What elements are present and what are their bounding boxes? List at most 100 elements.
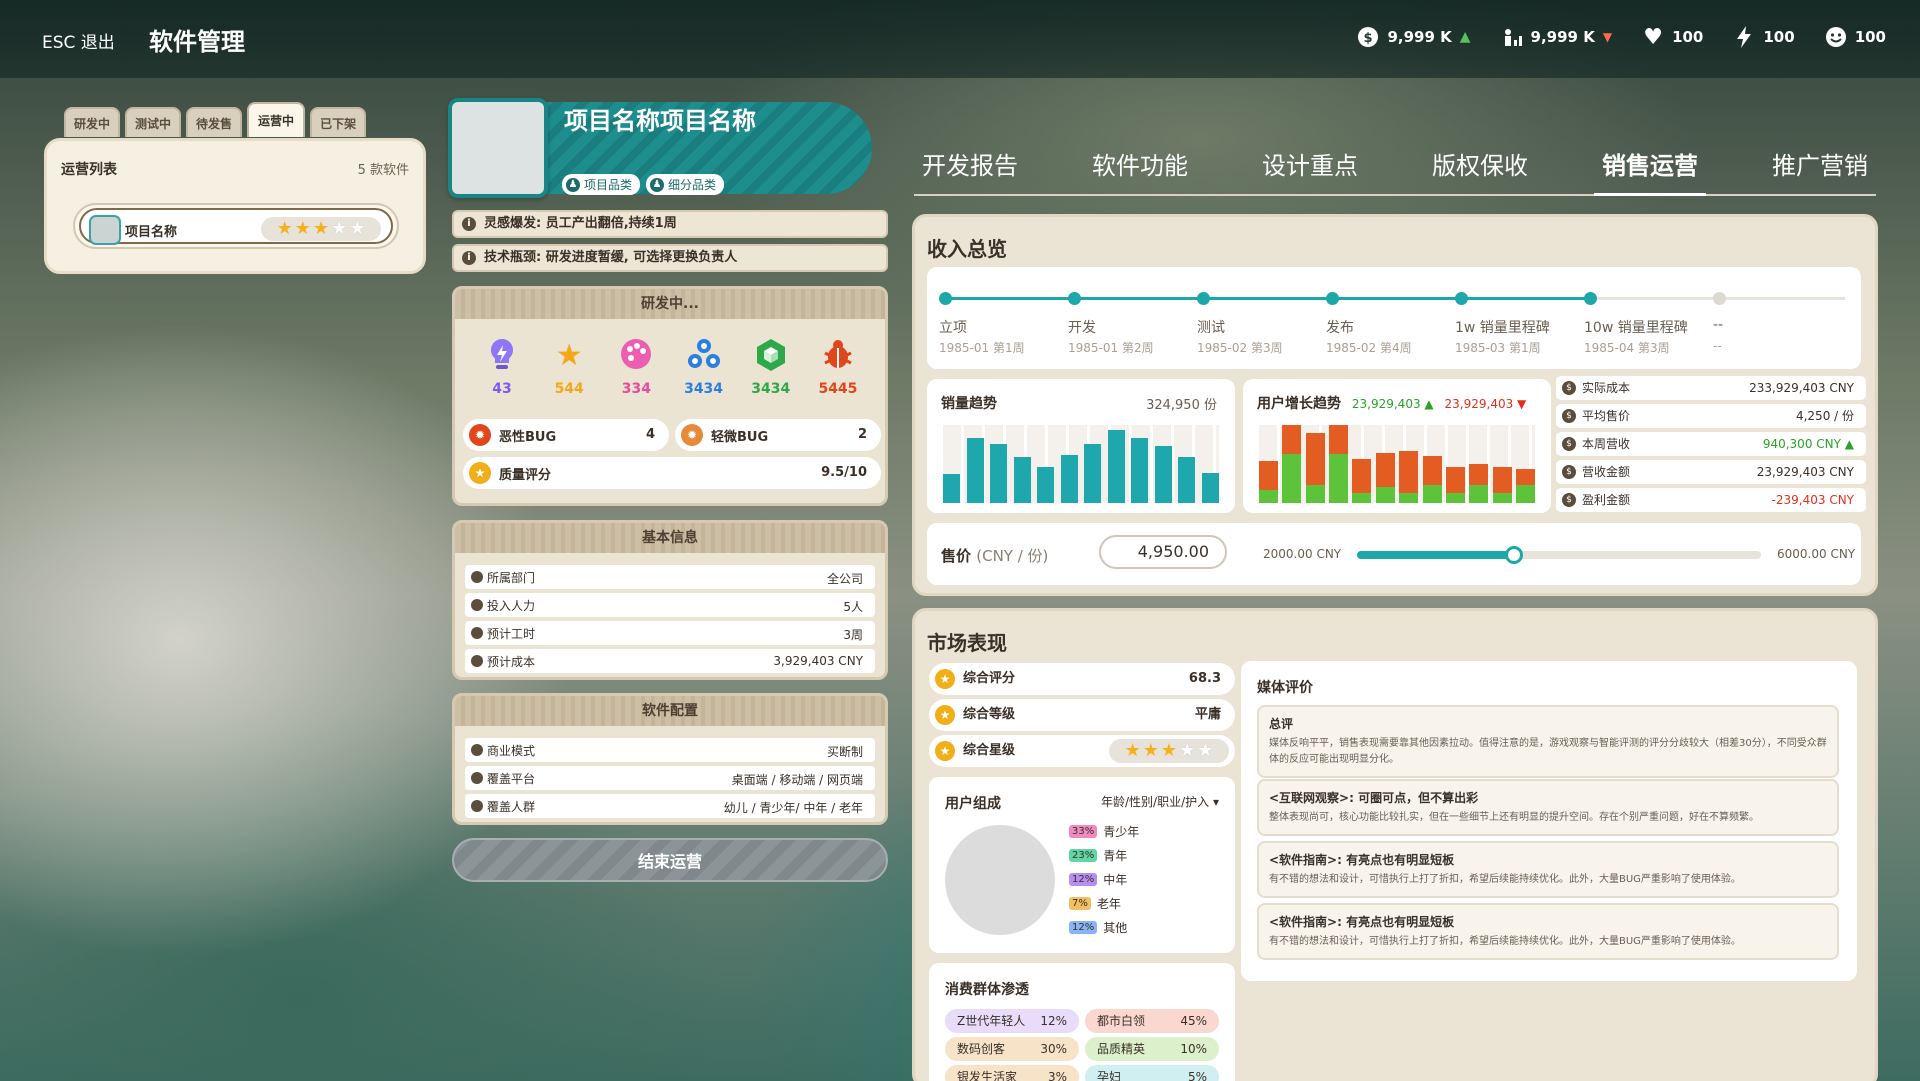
growth-bar-red [1375,453,1395,487]
heart-icon: ♥ [1643,24,1663,50]
esc-exit-button[interactable]: ESC 退出 [42,28,115,53]
growth-bar-green [1282,454,1302,503]
growth-bar-red [1282,425,1302,454]
legend-youth: 23% 青年 [1069,847,1127,864]
star-icon: ★ [1142,740,1159,761]
star-icon: ★ [935,669,955,689]
segment-chip: 孕妇 5% [1085,1065,1219,1081]
quality-score: ★ 质量评分 9.5/10 [463,457,881,489]
section-header: 软件配置 [455,696,885,726]
growth-bar-green [1259,490,1278,503]
growth-bar [1282,425,1302,503]
review-card: 总评 媒体反响平平，销售表现需要靠其他因素拉动。值得注意的是，游戏观察与智能评测的… [1257,705,1839,778]
growth-down: 23,929,403 ▼ [1444,397,1527,411]
config-row-business-model: 商业模式 买断制 [465,738,875,762]
kv-value: 233,929,403 CNY [1749,381,1854,395]
score-label: 综合等级 [963,707,1016,722]
legend-other: 12% 其他 [1069,919,1127,936]
list-item-selected-frame: 项目名称 ★ ★ ★ ★ ★ [79,208,393,245]
segment-chip: 数码创客 30% [945,1037,1079,1061]
users-filter-dropdown[interactable]: 年龄/性别/职业/护入 ▾ [1101,793,1219,810]
mood-value: 100 [1854,28,1886,46]
milestone-dot [1197,292,1210,305]
star-icon: ★ [312,218,330,239]
segment-label: 品质精英 [1097,1042,1146,1056]
user-growth-chart: 用户增长趋势 23,929,403 ▲ 23,929,403 ▼ [1243,379,1551,513]
resource-value: 43 [492,381,512,397]
slider-handle[interactable] [1504,546,1523,564]
tab-features[interactable]: 软件功能 [1092,138,1188,194]
legend-label: 老年 [1096,897,1121,911]
legend-label: 其他 [1103,921,1128,935]
legend-pct: 12% [1069,873,1098,886]
review-text: 有不错的想法和设计，可惜执行上打了折扣，希望后续能持续优化。此外，大量BUG严重… [1269,936,1741,947]
config-label: 覆盖平台 [487,771,536,786]
slider-min-label: 2000.00 CNY [1263,547,1342,561]
star-rating: ★ ★ ★ ★ ★ [1109,739,1229,763]
legend-pct: 23% [1069,849,1098,862]
review-text: 有不错的想法和设计，可惜执行上打了折扣，希望后续能持续优化。此外，大量BUG严重… [1269,874,1741,885]
tab-delisted[interactable]: 已下架 [310,107,367,137]
growth-bar-green [1352,493,1372,503]
segment-value: 45% [1180,1014,1207,1028]
tab-operating[interactable]: 运营中 [247,102,306,137]
segment-chip: 品质精英 10% [1085,1037,1219,1061]
sales-bar [990,444,1008,503]
segment-label: 都市白领 [1097,1014,1146,1028]
sales-bar [1178,457,1196,503]
coin-icon: $ [1562,381,1576,395]
tab-developing[interactable]: 研发中 [64,107,121,137]
review-title: <软件指南>: 有亮点也有明显短板 [1269,853,1455,867]
legend-senior: 7% 老年 [1069,895,1121,912]
growth-bar-red [1515,469,1535,485]
user-composition: 用户组成 年龄/性别/职业/护入 ▾ 33% 青少年 23% 青年 12% 中年 7%… [929,777,1235,953]
resource-value: 3434 [751,381,791,397]
list-item[interactable]: 项目名称 ★ ★ ★ ★ ★ [73,203,399,249]
tab-sales-operation[interactable]: 销售运营 [1594,138,1706,196]
sales-bar [1131,438,1149,503]
notice-text: 技术瓶颈: 研发进度暂缓, 可选择更换负责人 [484,250,738,265]
end-operation-button[interactable]: 结束运营 [452,838,888,882]
review-card: <软件指南>: 有亮点也有明显短板有不错的想法和设计，可惜执行上打了折扣，希望后… [1257,841,1839,898]
price-input[interactable]: 4,950.00 [1099,535,1227,569]
sales-bars [943,425,1219,503]
resource-idea: 43 [477,337,527,397]
palette-icon [611,337,661,375]
config-row-audience: 覆盖人群 幼儿 / 青少年/ 中年 / 老年 [465,794,875,818]
health-value: 100 [1672,28,1704,46]
subcategory-label: 细分品类 [668,178,717,192]
dev-progress-section: 研发中... 43 ★ 544 334 3434 3434 5445 ✹ 恶性B… [452,286,888,506]
review-title: 总评 [1269,717,1294,731]
flask-icon [471,772,483,784]
status-tabs: 研发中 测试中 待发售 运营中 已下架 [64,102,367,137]
tab-dev-report[interactable]: 开发报告 [922,138,1018,194]
price-setter: 售价 (CNY / 份) 4,950.00 2000.00 CNY 6000.0… [927,523,1861,585]
bug-icon: ✹ [681,424,703,446]
milestone-dot [1584,292,1597,305]
slider-fill [1357,551,1514,559]
tab-copyright[interactable]: 版权保收 [1432,138,1528,194]
kv-value: -239,403 CNY [1771,493,1854,507]
tab-design-focus[interactable]: 设计重点 [1262,138,1358,194]
growth-bar [1515,469,1535,503]
users-title: 用户组成 [945,796,1001,812]
growth-title: 用户增长趋势 [1257,396,1341,412]
tab-marketing[interactable]: 推广营销 [1772,138,1868,194]
score-label: 综合星级 [963,743,1016,758]
segment-value: 3% [1047,1070,1067,1081]
segment-label: 孕妇 [1097,1070,1122,1081]
kv-label: 平均售价 [1582,409,1631,423]
growth-bar-green [1515,485,1535,503]
star-icon: ★ [1160,740,1178,761]
coin-icon: $ [1562,465,1576,479]
notice-bottleneck: i 技术瓶颈: 研发进度暂缓, 可选择更换负责人 [452,244,888,272]
top-bar: ESC 退出 软件管理 $ 9,999 K ▲ 9,999 K ▼ ♥ 100 … [0,0,1920,78]
kv-avg-price: $ 平均售价 4,250 / 份 [1556,404,1866,428]
tab-pending-release[interactable]: 待发售 [186,107,243,137]
sales-bar [1084,444,1102,503]
tab-testing[interactable]: 测试中 [125,107,182,137]
chevron-down-icon: ▾ [1212,795,1219,809]
trend-up-icon: ▲ [1459,29,1471,45]
bug-value: 2 [857,427,867,442]
price-slider[interactable] [1357,546,1761,564]
